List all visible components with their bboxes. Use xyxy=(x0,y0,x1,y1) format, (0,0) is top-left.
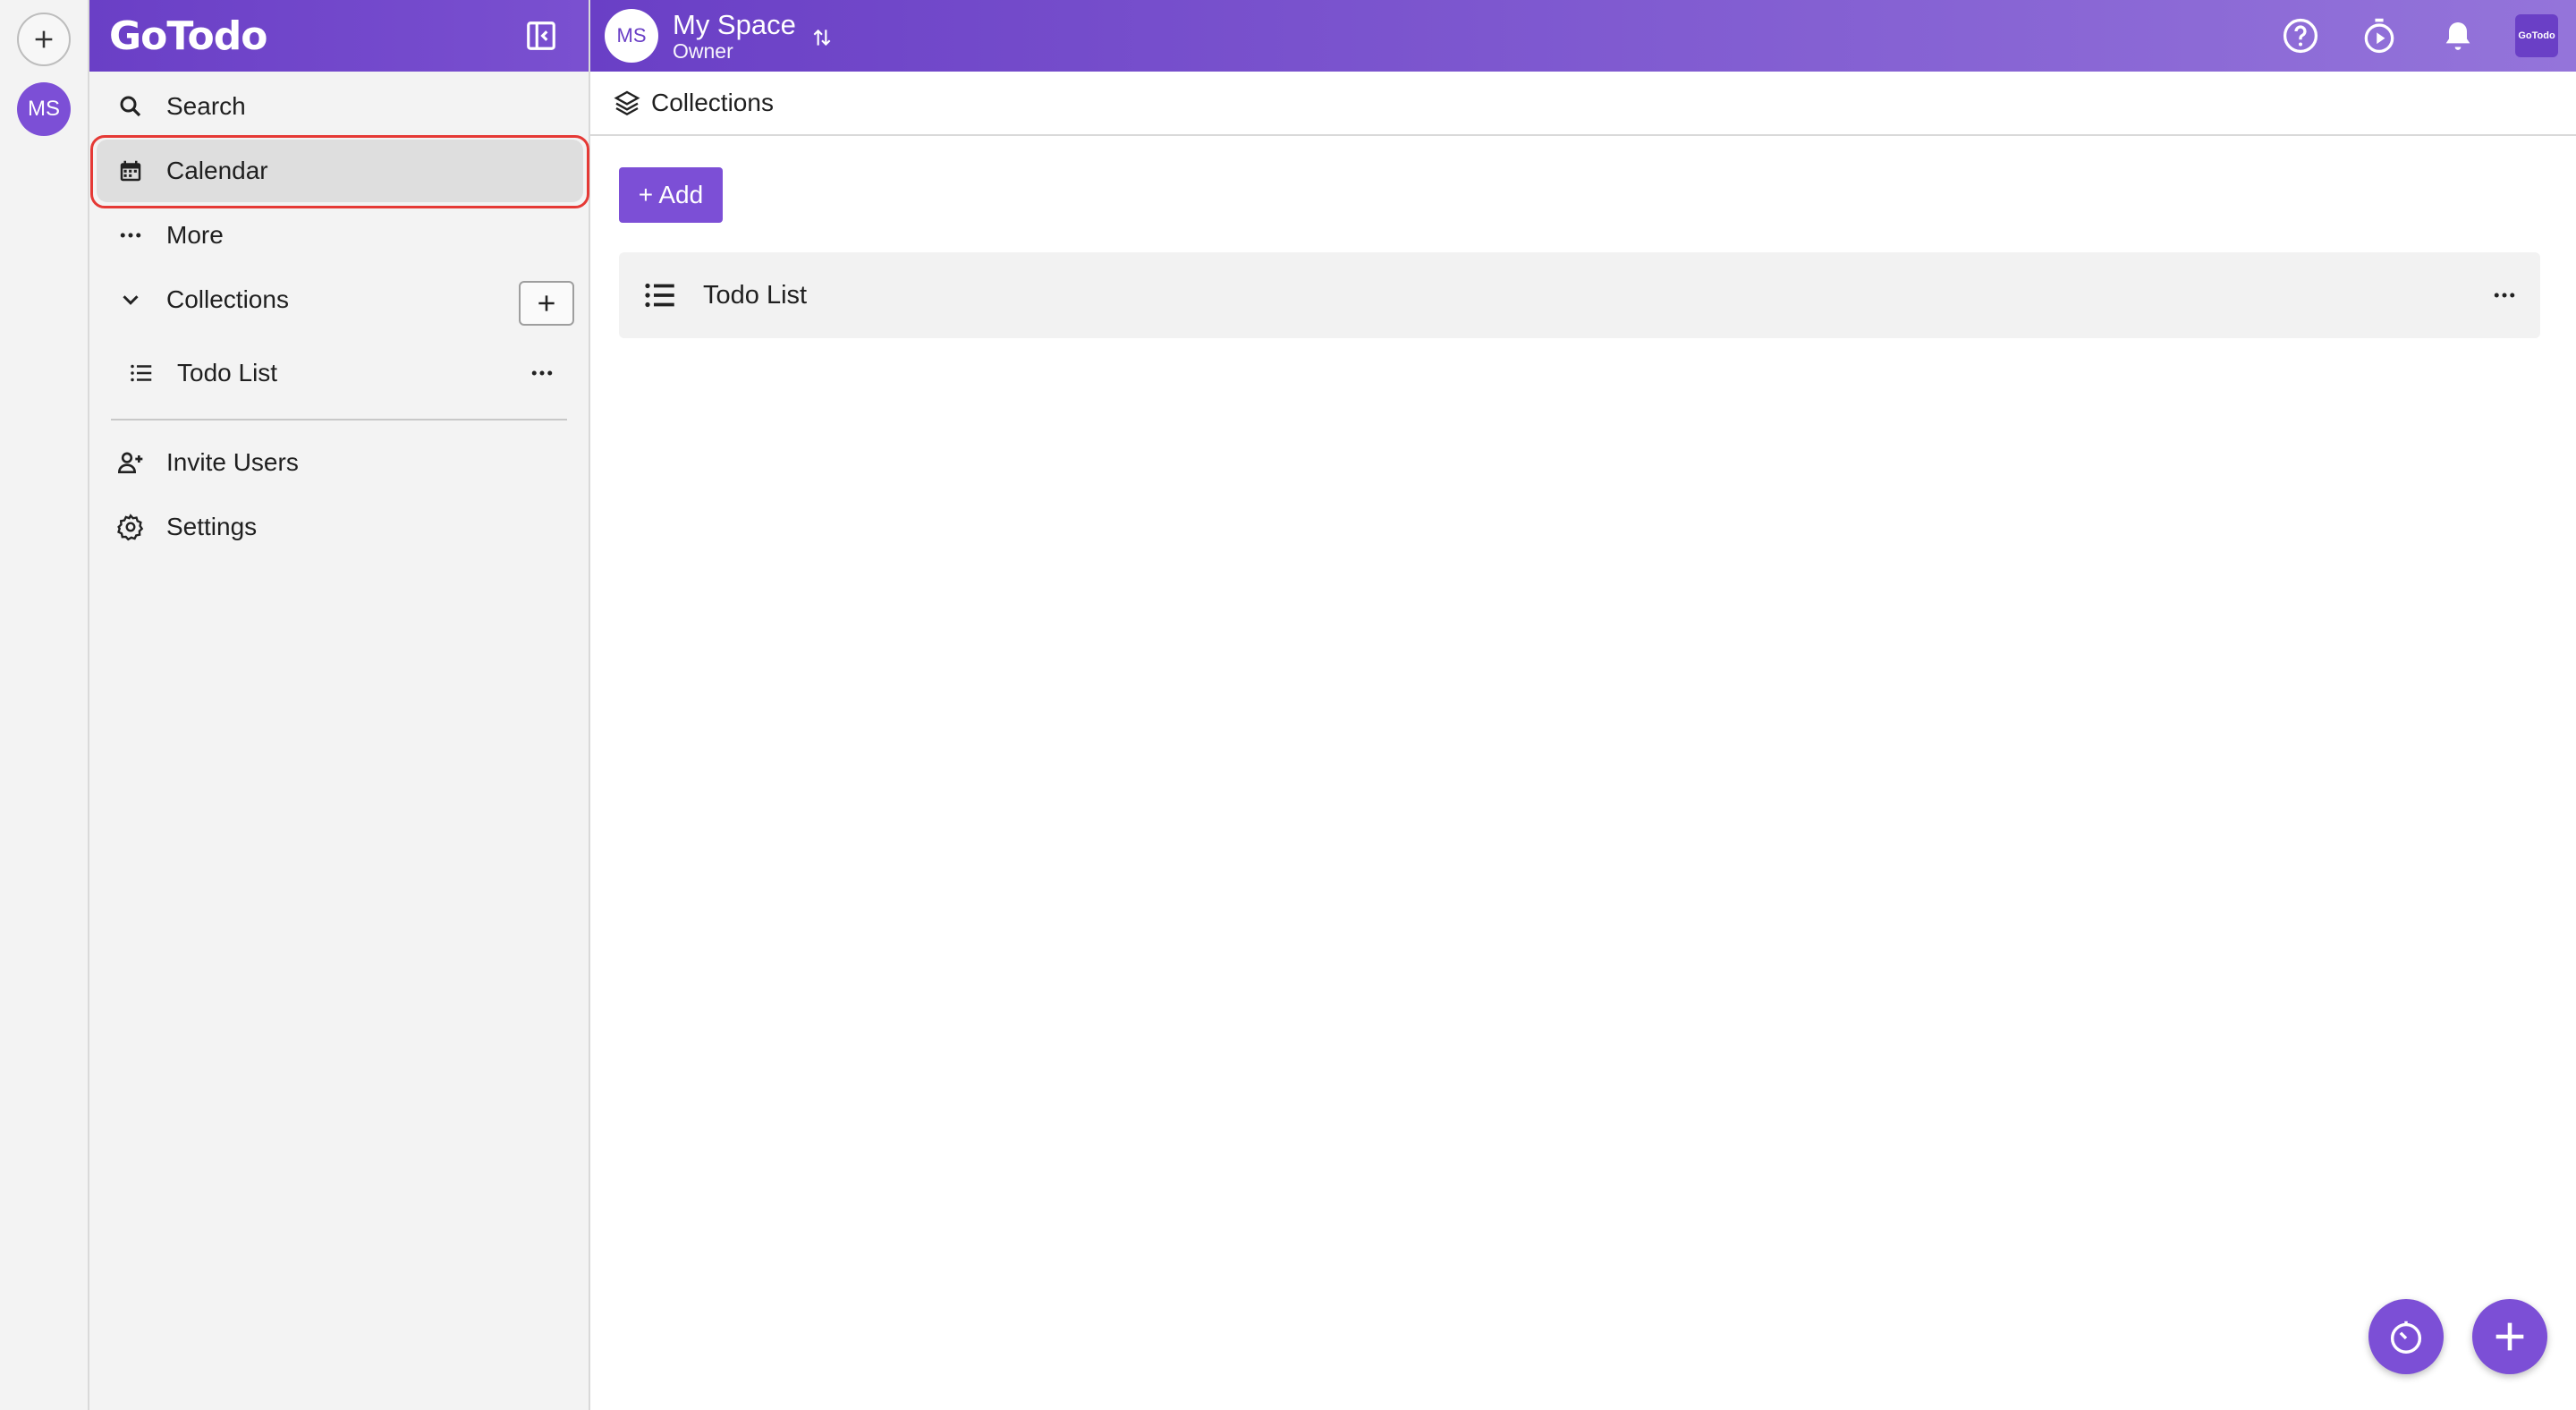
sidebar-item-more[interactable]: More xyxy=(97,204,583,267)
sidebar-item-label: More xyxy=(166,221,224,249)
collection-more-button[interactable] xyxy=(526,357,558,389)
swap-vertical-icon xyxy=(813,29,831,47)
collection-row-label: Todo List xyxy=(703,280,808,310)
sidebar-header: GoTodo xyxy=(89,0,589,72)
app-logo[interactable]: GoTodo xyxy=(109,13,267,59)
search-icon xyxy=(114,90,147,123)
space-avatar[interactable]: MS xyxy=(605,9,658,63)
sidebar-item-label: Calendar xyxy=(166,157,268,184)
help-icon xyxy=(2283,18,2318,54)
more-horizontal-icon xyxy=(114,219,147,251)
layers-icon xyxy=(612,88,642,118)
top-bar: MS My Space Owner GoTodo xyxy=(590,0,2576,72)
collections-heading: Collections xyxy=(166,285,289,313)
page-title: Collections xyxy=(651,89,774,116)
switch-space-button[interactable] xyxy=(809,24,835,51)
gear-icon xyxy=(114,511,147,543)
user-add-icon xyxy=(114,446,147,479)
space-name: My Space xyxy=(673,9,796,40)
plus-icon xyxy=(35,30,53,48)
sidebar-collection-todo-list[interactable]: Todo List xyxy=(97,342,583,404)
chevron-down-icon xyxy=(114,284,147,316)
add-collection-button[interactable] xyxy=(519,281,574,326)
add-space-button[interactable] xyxy=(17,13,71,66)
more-horizontal-icon xyxy=(531,370,553,376)
space-info[interactable]: My Space Owner xyxy=(673,9,796,63)
add-collection-main-button[interactable]: + Add xyxy=(619,167,723,223)
breadcrumb: Collections xyxy=(590,72,2576,136)
collapse-sidebar-button[interactable] xyxy=(524,19,558,53)
collections-toggle[interactable]: Collections xyxy=(97,268,583,331)
notifications-button[interactable] xyxy=(2436,14,2479,57)
help-button[interactable] xyxy=(2279,14,2322,57)
bell-icon xyxy=(2445,22,2470,50)
timer-button[interactable] xyxy=(2358,14,2401,57)
sidebar-item-calendar[interactable]: Calendar xyxy=(97,140,583,202)
collection-row-more-button[interactable] xyxy=(2488,279,2521,311)
list-icon xyxy=(125,357,157,389)
calendar-icon xyxy=(114,155,147,187)
space-rail: MS xyxy=(0,0,89,1410)
plus-icon xyxy=(2496,1322,2524,1351)
sidebar-item-label: Search xyxy=(166,92,246,120)
add-task-fab[interactable] xyxy=(2472,1299,2547,1374)
space-avatar-rail[interactable]: MS xyxy=(17,82,71,136)
timer-icon xyxy=(2390,1321,2422,1354)
list-icon xyxy=(640,276,680,315)
sidebar-item-search[interactable]: Search xyxy=(97,75,583,138)
sidebar-item-label: Settings xyxy=(166,513,258,540)
account-menu-logo[interactable]: GoTodo xyxy=(2515,14,2558,57)
sidebar-item-settings[interactable]: Settings xyxy=(97,496,583,558)
sidebar-item-invite-users[interactable]: Invite Users xyxy=(97,431,583,494)
timer-icon xyxy=(2364,18,2394,54)
plus-icon xyxy=(538,295,555,311)
sidebar-divider xyxy=(111,419,567,420)
sidebar-collapse-icon xyxy=(527,21,555,50)
space-role: Owner xyxy=(673,39,733,63)
timer-fab[interactable] xyxy=(2368,1299,2444,1374)
sidebar-item-label: Invite Users xyxy=(166,448,299,476)
sidebar-collection-label: Todo List xyxy=(177,359,278,386)
sidebar: GoTodo Search Calendar More Collections xyxy=(89,0,590,1410)
collection-row[interactable]: Todo List xyxy=(619,252,2540,338)
top-bar-actions: GoTodo xyxy=(2279,0,2576,72)
more-horizontal-icon xyxy=(2494,293,2515,298)
